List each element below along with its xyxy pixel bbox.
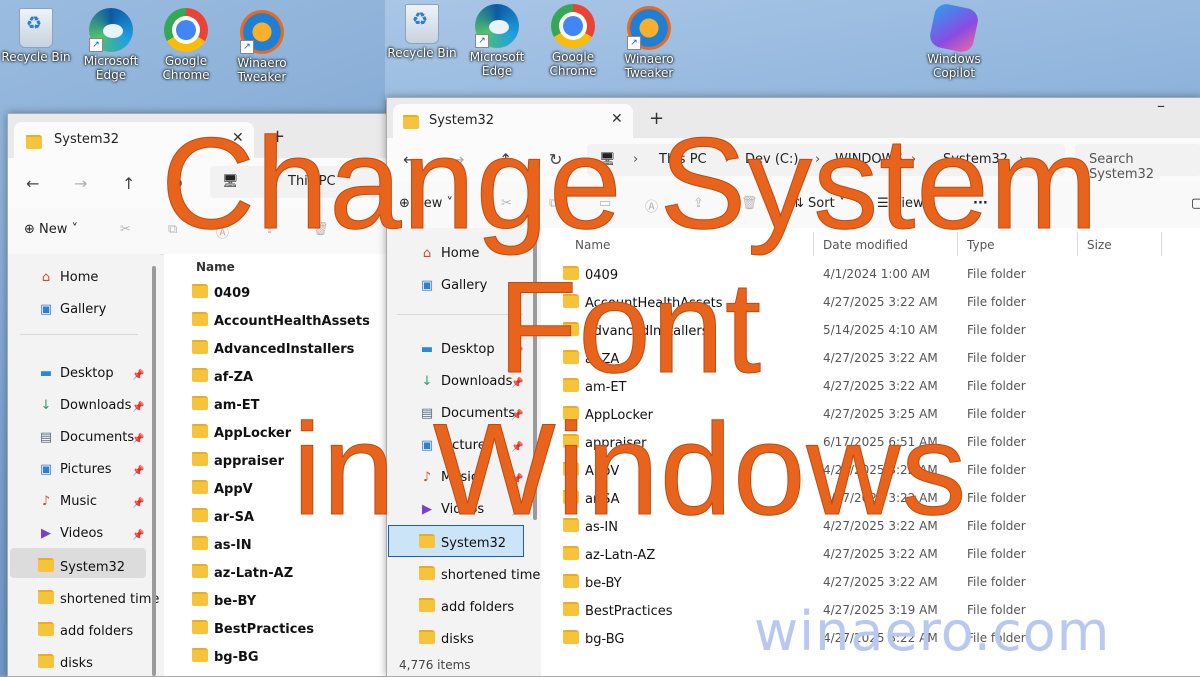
nav-disks[interactable]: disks [38, 654, 93, 671]
file-name: bg-BG [585, 632, 625, 647]
navigation-pane: ⌂ Home ▣ Gallery ▬ Desktop 📌 ↓ Downloads 📌 ▤… [8, 254, 160, 676]
desktop-icon-chrome[interactable]: Google Chrome [148, 8, 224, 82]
folder-icon [192, 536, 208, 550]
nav-disks[interactable]: disks [419, 630, 474, 647]
desktop-icon-edge-2[interactable]: ↗ Microsoft Edge [459, 4, 535, 78]
file-name: az-Latn-AZ [585, 548, 656, 563]
file-name: BestPractices [585, 604, 673, 619]
folder-icon [563, 630, 579, 644]
folder-icon [192, 564, 208, 578]
file-name: az-Latn-AZ [214, 566, 294, 581]
file-row[interactable]: bg-BG [192, 648, 259, 665]
watermark: winaero.com [754, 600, 1111, 663]
nav-add-folders[interactable]: add folders [419, 598, 514, 615]
forward-icon[interactable]: → [74, 174, 87, 193]
music-icon: ♪ [41, 494, 51, 509]
chrome-icon [164, 8, 208, 52]
overlay-title-line3: in Windows [292, 396, 968, 542]
nav-system32[interactable]: System32 [38, 558, 125, 575]
desktop-icon-copilot[interactable]: Windows Copilot [916, 1, 992, 80]
folder-icon [563, 602, 579, 616]
folder-icon [38, 622, 54, 636]
nav-home[interactable]: ⌂ Home [38, 270, 99, 285]
folder-icon [26, 135, 42, 149]
up-icon[interactable]: ↑ [122, 174, 135, 193]
nav-videos[interactable]: ▶ Videos [38, 526, 103, 541]
file-row[interactable]: az-Latn-AZ [563, 546, 655, 563]
file-name: bg-BG [214, 650, 259, 665]
folder-icon [38, 590, 54, 604]
nav-desktop[interactable]: ▬ Desktop [38, 366, 114, 381]
winaero-tweaker-icon: ↗ [240, 10, 284, 54]
file-row[interactable]: be-BY [563, 574, 622, 591]
status-item-count: 4,776 items [399, 658, 471, 672]
file-row[interactable]: BestPractices [192, 620, 314, 637]
desktop-icon-recycle-bin[interactable]: Recycle Bin [0, 8, 74, 64]
minimize-icon[interactable]: – [1157, 98, 1165, 115]
file-date: 4/27/2025 3:22 AM [823, 575, 938, 589]
videos-icon: ▶ [41, 526, 51, 541]
gallery-icon: ▣ [39, 302, 53, 317]
folder-icon [419, 598, 435, 612]
nav-pictures[interactable]: ▣ Pictures [38, 462, 112, 477]
file-type: File folder [967, 575, 1026, 589]
cut-icon[interactable]: ✂ [120, 222, 131, 237]
file-name: as-IN [214, 538, 252, 553]
folder-icon [419, 566, 435, 580]
overlay-title-line1: Change System [161, 110, 1099, 256]
folder-icon [563, 546, 579, 560]
pictures-icon: ▣ [39, 462, 53, 477]
file-row[interactable]: be-BY [192, 592, 256, 609]
document-icon: ▤ [39, 430, 53, 445]
folder-icon [419, 630, 435, 644]
desktop-icon: ▬ [39, 366, 53, 381]
folder-icon [38, 654, 54, 668]
folder-icon [192, 620, 208, 634]
recycle-bin-icon [405, 4, 439, 44]
details-pane-icon[interactable]: ▢ [1191, 196, 1200, 211]
nav-documents[interactable]: ▤ Documents [38, 430, 134, 445]
desktop-icon-recycle-bin-2[interactable]: Recycle Bin [384, 4, 460, 60]
chrome-icon [551, 4, 595, 48]
copilot-icon [927, 1, 981, 55]
folder-icon [38, 558, 54, 572]
nav-add-folders[interactable]: add folders [38, 622, 133, 639]
nav-shortened-time[interactable]: shortened time [419, 566, 540, 583]
home-icon: ⌂ [41, 270, 51, 285]
edge-icon: ↗ [475, 4, 519, 48]
file-type: File folder [967, 547, 1026, 561]
file-row[interactable]: BestPractices [563, 602, 672, 619]
file-name: be-BY [214, 594, 257, 609]
desktop-icon-winaero-tweaker[interactable]: ↗ Winaero Tweaker [224, 10, 300, 84]
back-icon[interactable]: ← [26, 174, 39, 193]
file-row[interactable]: az-Latn-AZ [192, 564, 293, 581]
folder-icon [192, 592, 208, 606]
desktop-icon-edge[interactable]: ↗ Microsoft Edge [73, 8, 149, 82]
recycle-bin-icon [19, 8, 53, 48]
desktop-icon-winaero-tweaker-2[interactable]: ↗ Winaero Tweaker [611, 6, 687, 80]
file-name: BestPractices [214, 622, 315, 637]
file-date: 4/27/2025 3:22 AM [823, 547, 938, 561]
nav-music[interactable]: ♪ Music [38, 494, 97, 509]
folder-icon [563, 574, 579, 588]
file-row[interactable]: bg-BG [563, 630, 625, 647]
nav-gallery[interactable]: ▣ Gallery [38, 302, 106, 317]
file-name: be-BY [585, 576, 622, 591]
overlay-title-line2: Font [497, 254, 763, 400]
nav-shortened-time[interactable]: shortened time [38, 590, 159, 607]
new-button[interactable]: ⊕ New ˅ [24, 222, 78, 237]
folder-icon [192, 648, 208, 662]
edge-icon: ↗ [89, 8, 133, 52]
download-icon: ↓ [40, 398, 52, 413]
winaero-tweaker-icon: ↗ [627, 6, 671, 50]
nav-downloads[interactable]: ↓ Downloads [38, 398, 132, 413]
file-row[interactable]: as-IN [192, 536, 252, 553]
desktop-icon-chrome-2[interactable]: Google Chrome [535, 4, 611, 78]
